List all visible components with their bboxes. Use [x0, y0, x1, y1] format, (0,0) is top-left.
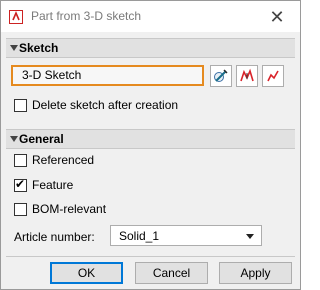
checkmark-icon: ✔ — [15, 177, 26, 191]
collapse-triangle-icon — [10, 136, 18, 142]
edit-sketch-button[interactable] — [210, 65, 232, 87]
collapse-triangle-icon — [10, 45, 18, 51]
edit-sketch-icon — [214, 69, 228, 82]
article-number-label: Article number: — [14, 230, 95, 244]
dropdown-arrow-icon — [246, 234, 254, 239]
sketch-name-field[interactable]: 3-D Sketch — [11, 65, 204, 86]
bom-relevant-checkbox[interactable] — [14, 203, 27, 216]
sketch-pick-icon — [267, 70, 279, 82]
general-section-title: General — [19, 132, 64, 146]
pick-sketch-button[interactable] — [262, 65, 284, 87]
button-separator — [6, 256, 295, 257]
cancel-button[interactable]: Cancel — [135, 262, 208, 284]
referenced-label: Referenced — [32, 153, 95, 167]
article-number-value: Solid_1 — [119, 229, 160, 243]
window-title: Part from 3-D sketch — [31, 9, 142, 23]
article-number-select[interactable]: Solid_1 — [110, 225, 262, 246]
dialog-window: Part from 3-D sketch ✕ Sketch 3-D Sketch… — [0, 0, 301, 290]
referenced-checkbox[interactable] — [14, 154, 27, 167]
ok-button[interactable]: OK — [50, 262, 123, 284]
bom-relevant-label: BOM-relevant — [32, 202, 107, 216]
select-sketch-button[interactable] — [236, 65, 258, 87]
apply-button[interactable]: Apply — [219, 262, 292, 284]
feature-checkbox[interactable]: ✔ — [14, 177, 27, 192]
title-bar: Part from 3-D sketch ✕ — [1, 1, 300, 32]
sketch-section-title: Sketch — [19, 41, 59, 55]
close-button[interactable]: ✕ — [267, 7, 287, 27]
sketch-section-header[interactable]: Sketch — [6, 39, 295, 58]
feature-label: Feature — [32, 178, 74, 192]
delete-sketch-label: Delete sketch after creation — [32, 98, 179, 112]
app-icon — [9, 10, 23, 24]
general-section-header[interactable]: General — [6, 130, 295, 149]
delete-sketch-checkbox[interactable] — [14, 99, 27, 112]
sketch-select-icon — [240, 68, 254, 82]
